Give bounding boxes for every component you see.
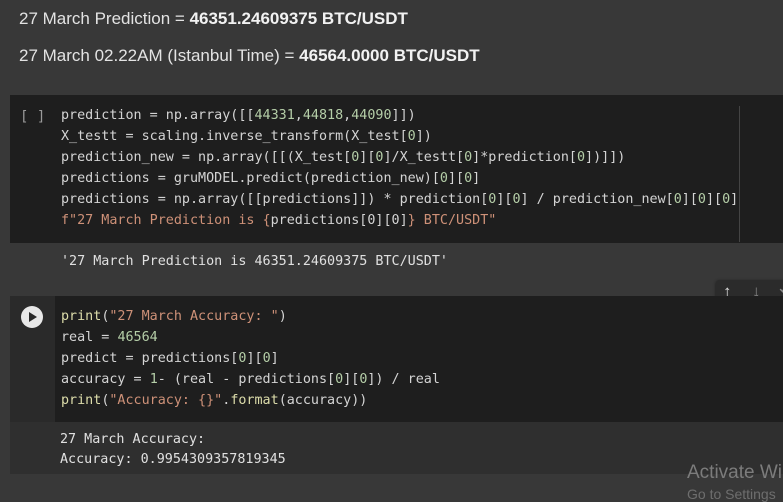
code-token: - (real - predictions[ (157, 372, 336, 387)
code-token: 46564 (117, 330, 158, 345)
cell1-code-line[interactable]: predictions = gruMODEL.predict(predictio… (61, 168, 738, 189)
code-token: 0 (439, 171, 448, 186)
markdown-prediction-line: 27 March Prediction = 46351.24609375 BTC… (19, 9, 408, 29)
cell1-code-line[interactable]: X_testt = scaling.inverse_transform(X_te… (61, 126, 738, 147)
code-token: 0 (697, 192, 706, 207)
execution-count-label: [ ] (20, 109, 46, 125)
cell2-code-line[interactable]: predict = predictions[0][0] (61, 348, 440, 369)
windows-activation-watermark: Activate Wi (687, 462, 783, 483)
prediction-value: 46351.24609375 BTC/USDT (189, 9, 408, 28)
code-token: accuracy = (61, 372, 150, 387)
cell-1-code[interactable]: prediction = np.array([[44331,44818,4409… (61, 105, 738, 231)
code-token: ] (472, 171, 481, 186)
ruler-line (739, 106, 740, 242)
code-token: X_testt = scaling.inverse_transform(X_te… (61, 129, 408, 144)
code-token: format (230, 393, 279, 408)
cell2-code-line[interactable]: real = 46564 (61, 327, 440, 348)
cell-2-output-line-2: Accuracy: 0.9954309357819345 (60, 452, 286, 467)
code-token: ])]]) (585, 150, 626, 165)
cell-2-code[interactable]: print("27 March Accuracy: ") real = 46564… (61, 306, 440, 411)
code-token: 0 (262, 351, 271, 366)
code-token: prediction_new = np.array([[(X_test[ (61, 150, 352, 165)
code-token: , (294, 108, 303, 123)
code-token: ]*prediction[ (472, 150, 577, 165)
code-token: ) (278, 309, 287, 324)
cell2-code-line[interactable]: print("Accuracy: {}".format(accuracy)) (61, 390, 440, 411)
code-token: predict = predictions[ (61, 351, 239, 366)
code-token: 0 (464, 171, 473, 186)
code-token: ] / prediction_new[ (520, 192, 674, 207)
code-token: print (61, 309, 102, 324)
code-token: ]]) (391, 108, 416, 123)
code-token: ]/X_testt[ (383, 150, 465, 165)
code-token: 1 (149, 372, 158, 387)
cell-2-editor[interactable]: print("27 March Accuracy: ") real = 46564… (55, 296, 783, 422)
code-token: } BTC/USDT" (407, 213, 497, 228)
markdown-actual-line: 27 March 02.22AM (Istanbul Time) = 46564… (19, 46, 480, 66)
cell-1-output: '27 March Prediction is 46351.24609375 B… (61, 254, 448, 269)
code-token: ][ (447, 171, 465, 186)
code-token: 0 (722, 192, 731, 207)
actual-label: 27 March 02.22AM (Istanbul Time) = (19, 46, 300, 65)
play-icon (29, 312, 37, 322)
code-token: ]) (415, 129, 432, 144)
cell1-code-line[interactable]: prediction = np.array([[44331,44818,4409… (61, 105, 738, 126)
code-token: "Accuracy: {}" (109, 393, 223, 408)
code-token: ] (730, 192, 739, 207)
code-token: predictions = np.array([[predictions]]) … (61, 192, 489, 207)
code-token: prediction = np.array([[ (61, 108, 255, 123)
code-token: ][ (496, 192, 513, 207)
code-token: ] (270, 351, 279, 366)
code-token: predictions[0][0] (270, 213, 408, 228)
code-token: 44818 (302, 108, 344, 123)
code-token: 44090 (351, 108, 392, 123)
code-token: real = (61, 330, 118, 345)
cell1-code-line[interactable]: f"27 March Prediction is {predictions[0]… (61, 210, 738, 231)
code-token: 0 (673, 192, 682, 207)
windows-activation-subtext: Go to Settings (687, 486, 776, 502)
code-token: predictions = gruMODEL.predict(predictio… (61, 171, 440, 186)
cell-2-output-line-1: 27 March Accuracy: (60, 432, 206, 447)
code-token: (accuracy)) (278, 393, 368, 408)
code-token: 44331 (254, 108, 295, 123)
cell1-code-line[interactable]: prediction_new = np.array([[(X_test[ 0 ][ 0… (61, 147, 738, 168)
code-token: print (61, 393, 102, 408)
code-token: ]) / real (367, 372, 440, 387)
code-token: ][ (246, 351, 263, 366)
code-token: ][ (705, 192, 723, 207)
cell-1-editor[interactable]: [ ] prediction = np.array([[44331,44818,… (10, 95, 783, 243)
code-token: 0 (464, 150, 473, 165)
cell1-code-line[interactable]: predictions = np.array([[predictions]]) … (61, 189, 738, 210)
code-token: ][ (681, 192, 698, 207)
code-token: 0 (512, 192, 521, 207)
code-token: 0 (407, 129, 416, 144)
cell2-code-line[interactable]: accuracy = 1- (real - predictions[0][0])… (61, 369, 440, 390)
code-token: 0 (576, 150, 586, 165)
prediction-label: 27 March Prediction = (19, 9, 190, 28)
code-token: f"27 March Prediction is { (61, 213, 271, 228)
code-token: ][ (359, 150, 376, 165)
code-token: 0 (335, 372, 344, 387)
actual-value: 46564.0000 BTC/USDT (299, 46, 480, 65)
code-token: "27 March Accuracy: " (109, 309, 279, 324)
cell2-code-line[interactable]: print("27 March Accuracy: ") (61, 306, 440, 327)
run-cell-button[interactable] (21, 306, 43, 328)
code-token: ][ (343, 372, 360, 387)
